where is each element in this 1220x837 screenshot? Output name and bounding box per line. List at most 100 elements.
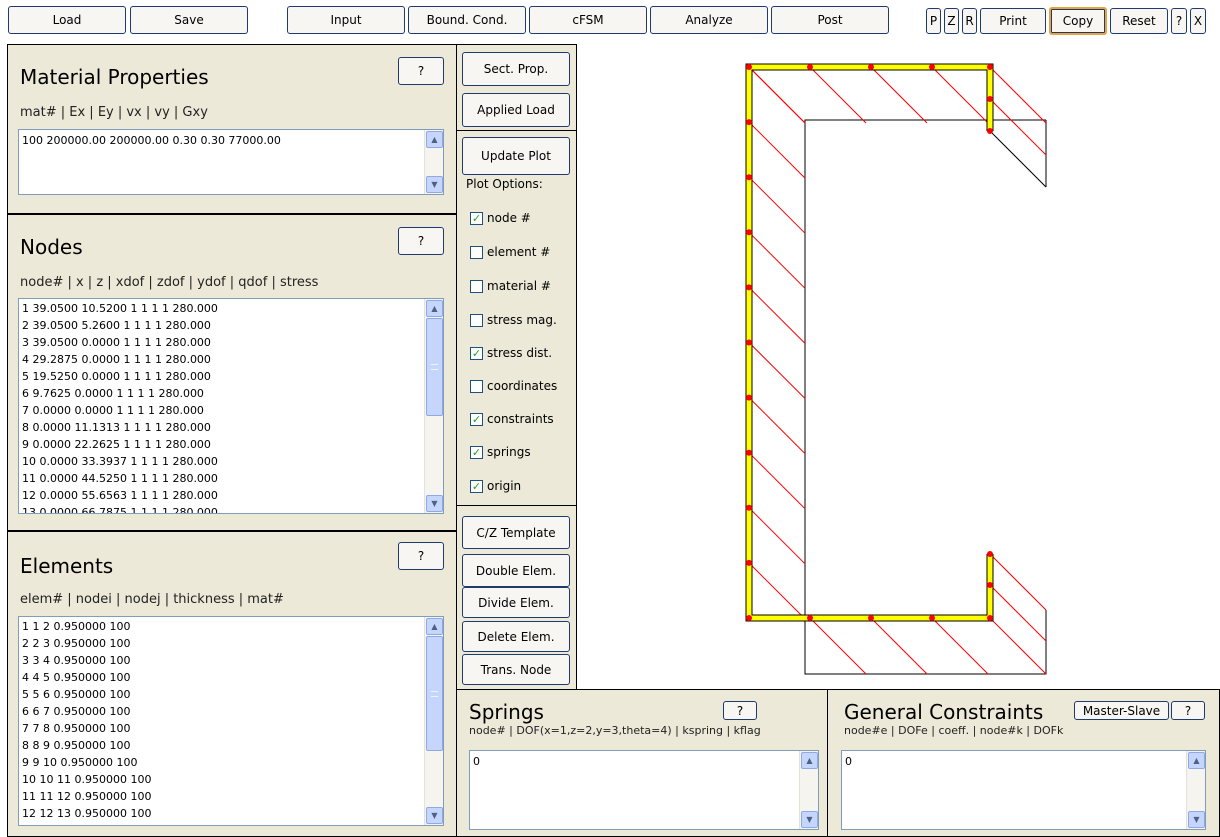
nodes-lines: 1 39.0500 10.5200 1 1 1 1 280.000 2 39.0…	[22, 300, 421, 514]
elements-scrollbar[interactable]: ▲ ▼	[424, 617, 443, 825]
constraints-textarea[interactable]: 0 ▲ ▼	[841, 750, 1206, 830]
zoom-button[interactable]: Z	[944, 8, 959, 34]
material-help-button[interactable]: ?	[398, 57, 444, 85]
cfsm-button[interactable]: cFSM	[529, 6, 647, 34]
save-button[interactable]: Save	[130, 6, 248, 34]
list-item: 10 0.0000 33.3937 1 1 1 1 280.000	[22, 455, 218, 468]
bound-cond-button[interactable]: Bound. Cond.	[408, 6, 526, 34]
material-scrollbar[interactable]: ▲ ▼	[424, 130, 443, 194]
stress-line	[989, 617, 1047, 675]
list-item: 10 10 11 0.950000 100	[22, 773, 152, 786]
scroll-down-icon[interactable]: ▼	[426, 176, 443, 193]
element-number-checkbox[interactable]: element #	[470, 244, 550, 260]
load-button[interactable]: Load	[8, 6, 126, 34]
section-fill	[746, 64, 993, 621]
list-item: 7 7 8 0.950000 100	[22, 722, 131, 735]
post-button[interactable]: Post	[771, 6, 889, 34]
nodes-textarea[interactable]: 1 39.0500 10.5200 1 1 1 1 280.000 2 39.0…	[18, 298, 444, 514]
scroll-up-icon[interactable]: ▲	[801, 752, 818, 769]
springs-help-button[interactable]: ?	[723, 701, 757, 720]
scroll-up-icon[interactable]: ▲	[1188, 752, 1205, 769]
stress-line	[748, 287, 806, 344]
elements-columns-label: elem# | nodei | nodej | thickness | mat#	[20, 592, 284, 607]
scroll-up-icon[interactable]: ▲	[426, 618, 443, 635]
list-item: 3 39.0500 0.0000 1 1 1 1 280.000	[22, 336, 211, 349]
material-textarea[interactable]: 100 200000.00 200000.00 0.30 0.30 77000.…	[18, 129, 444, 195]
list-item: 4 4 5 0.950000 100	[22, 671, 131, 684]
section-plot[interactable]	[700, 44, 1100, 684]
divide-elem-button[interactable]: Divide Elem.	[462, 587, 570, 618]
node-marker	[987, 64, 993, 70]
list-item: 11 0.0000 44.5250 1 1 1 1 280.000	[22, 472, 218, 485]
constraints-scrollbar[interactable]: ▲ ▼	[1186, 751, 1205, 829]
list-item: 9 0.0000 22.2625 1 1 1 1 280.000	[22, 438, 211, 451]
list-item: 2 39.0500 5.2600 1 1 1 1 280.000	[22, 319, 211, 332]
scroll-down-icon[interactable]: ▼	[426, 807, 443, 824]
node-marker	[987, 96, 993, 102]
panel-title: Springs	[469, 700, 544, 724]
node-marker	[746, 504, 752, 511]
list-item: 6 6 7 0.950000 100	[22, 705, 131, 718]
elements-textarea[interactable]: 1 1 2 0.950000 100 2 2 3 0.950000 100 3 …	[18, 616, 444, 826]
node-marker	[746, 174, 752, 181]
tools-separator	[456, 505, 577, 506]
node-number-checkbox[interactable]: ✓ node #	[470, 210, 531, 226]
constraints-checkbox[interactable]: ✓ constraints	[470, 411, 554, 427]
node-marker	[868, 64, 874, 70]
sect-prop-button[interactable]: Sect. Prop.	[462, 52, 570, 86]
list-item: 13 0.0000 66.7875 1 1 1 1 280.000	[22, 506, 218, 514]
input-button[interactable]: Input	[287, 6, 405, 34]
scroll-thumb[interactable]	[426, 636, 443, 751]
node-marker	[746, 229, 752, 236]
empty-check-icon	[470, 313, 483, 327]
nodes-help-button[interactable]: ?	[398, 227, 444, 255]
copy-button[interactable]: Copy	[1049, 7, 1107, 35]
scroll-up-icon[interactable]: ▲	[426, 131, 443, 148]
trans-node-button[interactable]: Trans. Node	[462, 654, 570, 685]
scroll-thumb[interactable]	[426, 318, 443, 416]
node-marker	[746, 64, 752, 70]
scroll-down-icon[interactable]: ▼	[801, 811, 818, 828]
elements-help-button[interactable]: ?	[398, 542, 444, 570]
scroll-down-icon[interactable]: ▼	[426, 495, 443, 512]
analyze-button[interactable]: Analyze	[650, 6, 768, 34]
general-constraints-panel: General Constraints Master-Slave ? node#…	[827, 689, 1220, 837]
node-marker	[746, 284, 752, 291]
applied-load-button[interactable]: Applied Load	[462, 93, 570, 127]
springs-scrollbar[interactable]: ▲ ▼	[799, 751, 818, 829]
master-slave-button[interactable]: Master-Slave	[1074, 701, 1169, 720]
check-icon: ✓	[470, 445, 483, 459]
list-item: 1 39.0500 10.5200 1 1 1 1 280.000	[22, 302, 218, 315]
springs-columns-label: node# | DOF(x=1,z=2,y=3,theta=4) | kspri…	[469, 724, 761, 737]
springs-checkbox[interactable]: ✓ springs	[470, 444, 531, 460]
stress-mag-checkbox[interactable]: stress mag.	[470, 312, 557, 328]
pan-button[interactable]: P	[926, 8, 941, 34]
plot-options-label: Plot Options:	[466, 177, 543, 191]
double-elem-button[interactable]: Double Elem.	[462, 554, 570, 587]
help-button[interactable]: ?	[1171, 8, 1187, 34]
delete-elem-button[interactable]: Delete Elem.	[462, 621, 570, 652]
rotate-button[interactable]: R	[962, 8, 977, 34]
nodes-scrollbar[interactable]: ▲ ▼	[424, 299, 443, 513]
origin-checkbox[interactable]: ✓ origin	[470, 478, 521, 494]
springs-textarea[interactable]: 0 ▲ ▼	[469, 750, 819, 830]
coordinates-checkbox[interactable]: coordinates	[470, 378, 557, 394]
reset-button[interactable]: Reset	[1110, 8, 1168, 34]
constraints-help-button[interactable]: ?	[1171, 701, 1205, 720]
list-item: 5 5 6 0.950000 100	[22, 688, 131, 701]
list-item: 100 200000.00 200000.00 0.30 0.30 77000.…	[22, 134, 281, 147]
update-plot-button[interactable]: Update Plot	[462, 137, 570, 175]
close-button[interactable]: X	[1190, 8, 1206, 34]
node-marker	[929, 615, 935, 621]
cz-template-button[interactable]: C/Z Template	[462, 516, 570, 549]
print-button[interactable]: Print	[980, 8, 1046, 34]
empty-check-icon	[470, 245, 483, 259]
node-marker	[746, 559, 752, 566]
list-item: 0	[473, 755, 480, 768]
stress-line	[748, 121, 806, 179]
scroll-down-icon[interactable]: ▼	[1188, 811, 1205, 828]
node-marker	[746, 339, 752, 346]
scroll-up-icon[interactable]: ▲	[426, 300, 443, 317]
material-number-checkbox[interactable]: material #	[470, 278, 551, 294]
stress-dist-checkbox[interactable]: ✓ stress dist.	[470, 345, 552, 361]
